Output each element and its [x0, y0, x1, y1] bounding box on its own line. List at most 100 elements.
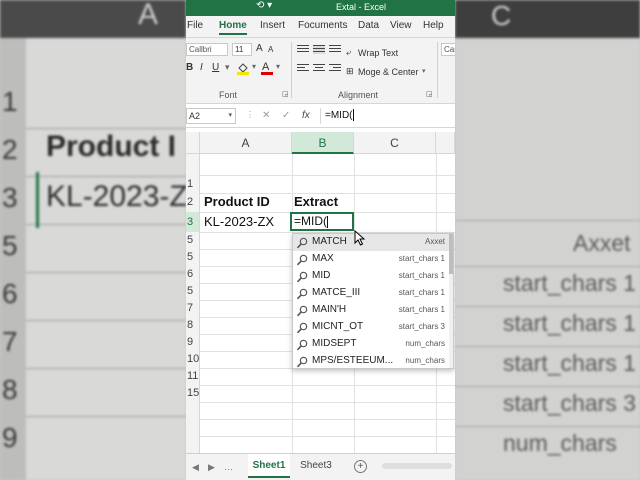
tab-insert[interactable]: Insert — [260, 20, 285, 31]
styles-cutoff-box[interactable]: Car — [441, 43, 455, 56]
row-header[interactable]: 8 — [186, 317, 200, 334]
autocomplete-item[interactable]: MAIN'H start_chars 1 — [293, 302, 453, 319]
tab-home[interactable]: Home — [219, 20, 247, 35]
row-header[interactable]: 7 — [186, 300, 200, 317]
autocomplete-hint: start_chars 1 — [398, 271, 445, 280]
bg-row-num: 7 — [2, 326, 18, 357]
column-header-c[interactable]: C — [354, 132, 436, 154]
row-header[interactable]: 9 — [186, 334, 200, 351]
autocomplete-item[interactable]: MICNT_OT start_chars 3 — [293, 319, 453, 336]
enter-icon[interactable]: ✓ — [282, 110, 290, 121]
align-top-icon[interactable] — [297, 45, 309, 54]
row-header[interactable]: 5 — [186, 232, 200, 249]
function-autocomplete: MATCH Axxet MAX start_chars 1 MID start_… — [292, 233, 454, 369]
align-middle-icon[interactable] — [313, 45, 325, 54]
font-size-select[interactable]: 11 — [232, 43, 252, 56]
italic-button[interactable]: I — [200, 62, 203, 73]
more-options-icon: ⋮ — [246, 110, 254, 119]
cell-b2-header[interactable]: Extract — [294, 194, 338, 209]
row-header[interactable]: 6 — [186, 266, 200, 283]
tab-documents[interactable]: Focuments — [298, 20, 347, 31]
merge-center-button[interactable]: Moge & Center — [358, 67, 419, 77]
font-name-select[interactable]: Callbri — [186, 43, 228, 56]
autocomplete-hint: start_chars 1 — [398, 288, 445, 297]
merge-dropdown-icon[interactable]: ▾ — [422, 67, 426, 75]
insert-function-icon[interactable]: fx — [302, 110, 310, 121]
name-box[interactable]: A2 ▾ — [186, 108, 236, 124]
fill-color-icon[interactable] — [236, 61, 250, 78]
tab-file[interactable]: File — [187, 20, 203, 31]
add-sheet-icon[interactable]: + — [354, 460, 367, 473]
bg-row-num: 5 — [2, 230, 18, 261]
bold-button[interactable]: B — [186, 62, 193, 73]
text-caret — [352, 109, 354, 122]
row-header[interactable]: 1 — [186, 175, 200, 193]
column-header-b[interactable]: B — [292, 132, 354, 154]
font-color-icon[interactable]: A — [261, 60, 273, 78]
bg-active-cell-edge — [36, 172, 39, 228]
merge-center-icon[interactable]: ⊞ — [346, 66, 354, 77]
function-search-icon — [296, 288, 308, 300]
underline-button[interactable]: U — [212, 62, 219, 73]
bg-col-letter: A — [138, 0, 159, 31]
alignment-launcher-icon[interactable]: ◲ — [426, 90, 433, 98]
autocomplete-hint: num_chars — [405, 356, 445, 365]
autocomplete-item[interactable]: MATCE_III start_chars 1 — [293, 285, 453, 302]
wrap-text-button[interactable]: Wrap Text — [358, 48, 398, 58]
bg-product-header: Product I — [46, 130, 177, 163]
prev-sheet-icon[interactable]: ◀ — [192, 462, 199, 473]
row-header[interactable]: 2 — [186, 193, 200, 212]
row-header[interactable]: 11 — [186, 368, 200, 385]
tab-view[interactable]: View — [390, 20, 412, 31]
column-header-d[interactable] — [436, 132, 455, 154]
next-sheet-icon[interactable]: ▶ — [208, 462, 215, 473]
more-sheets-icon[interactable]: … — [224, 462, 233, 472]
sheet-tab-sheet3[interactable]: Sheet3 — [294, 454, 338, 478]
shrink-font-icon[interactable]: A — [268, 45, 273, 54]
row-header[interactable]: 10 — [186, 351, 200, 368]
tab-data[interactable]: Data — [358, 20, 379, 31]
bg-row-num: 1 — [2, 86, 18, 117]
font-group-launcher-icon[interactable]: ◲ — [282, 90, 289, 98]
row-header[interactable]: 15 — [186, 385, 200, 453]
border-icon[interactable]: ▾ — [225, 62, 230, 73]
tab-help[interactable]: Help — [423, 20, 444, 31]
row-header[interactable]: 5 — [186, 249, 200, 266]
cell-a3-value[interactable]: KL-2023-ZX — [204, 214, 274, 229]
fill-dropdown-icon[interactable]: ▾ — [252, 62, 256, 71]
horizontal-scrollbar[interactable] — [382, 463, 452, 469]
align-right-icon[interactable] — [329, 64, 341, 73]
select-all-corner[interactable] — [186, 132, 200, 154]
font-color-dropdown-icon[interactable]: ▾ — [276, 62, 280, 71]
row-header[interactable]: 5 — [186, 283, 200, 300]
align-left-icon[interactable] — [297, 64, 309, 73]
name-box-dropdown-icon[interactable]: ▾ — [228, 109, 232, 123]
grow-font-icon[interactable]: A — [256, 43, 263, 54]
title-bar: ⟲ ▾ Extal - Excel — [186, 0, 455, 16]
row-header[interactable]: 3 — [186, 212, 200, 232]
autocomplete-item[interactable]: MPS/ESTEEUM... num_chars — [293, 353, 453, 370]
autocomplete-item[interactable]: MATCH Axxet — [293, 234, 453, 251]
cell-a2-header[interactable]: Product ID — [204, 194, 270, 209]
autocomplete-hint: Axxet — [424, 237, 445, 246]
bg-hint-item: start_chars 1 — [503, 350, 636, 376]
autocomplete-item[interactable]: MIDSEPT num_chars — [293, 336, 453, 353]
autocomplete-scrollbar[interactable] — [449, 234, 453, 368]
function-search-icon — [296, 305, 308, 317]
autocomplete-item[interactable]: MAX start_chars 1 — [293, 251, 453, 268]
quick-access-icons[interactable]: ⟲ ▾ — [256, 0, 272, 11]
cancel-icon[interactable]: ✕ — [262, 110, 270, 121]
active-cell-b3[interactable]: =MID( — [290, 212, 354, 231]
autocomplete-name: MATCH — [312, 236, 347, 247]
align-bottom-icon[interactable] — [329, 45, 341, 54]
autocomplete-item[interactable]: MID start_chars 1 — [293, 268, 453, 285]
sheet-tab-sheet1[interactable]: Sheet1 — [248, 454, 290, 478]
align-center-icon[interactable] — [313, 64, 325, 73]
window-title: Extal - Excel — [336, 2, 387, 12]
formula-input[interactable]: =MID( — [320, 108, 455, 124]
column-header-a[interactable]: A — [200, 132, 292, 154]
formula-text: =MID( — [325, 110, 353, 121]
wrap-text-icon[interactable]: ⤶ — [346, 47, 351, 58]
mouse-cursor-icon — [354, 230, 366, 246]
bg-hint-item: start_chars 3 — [503, 390, 636, 416]
